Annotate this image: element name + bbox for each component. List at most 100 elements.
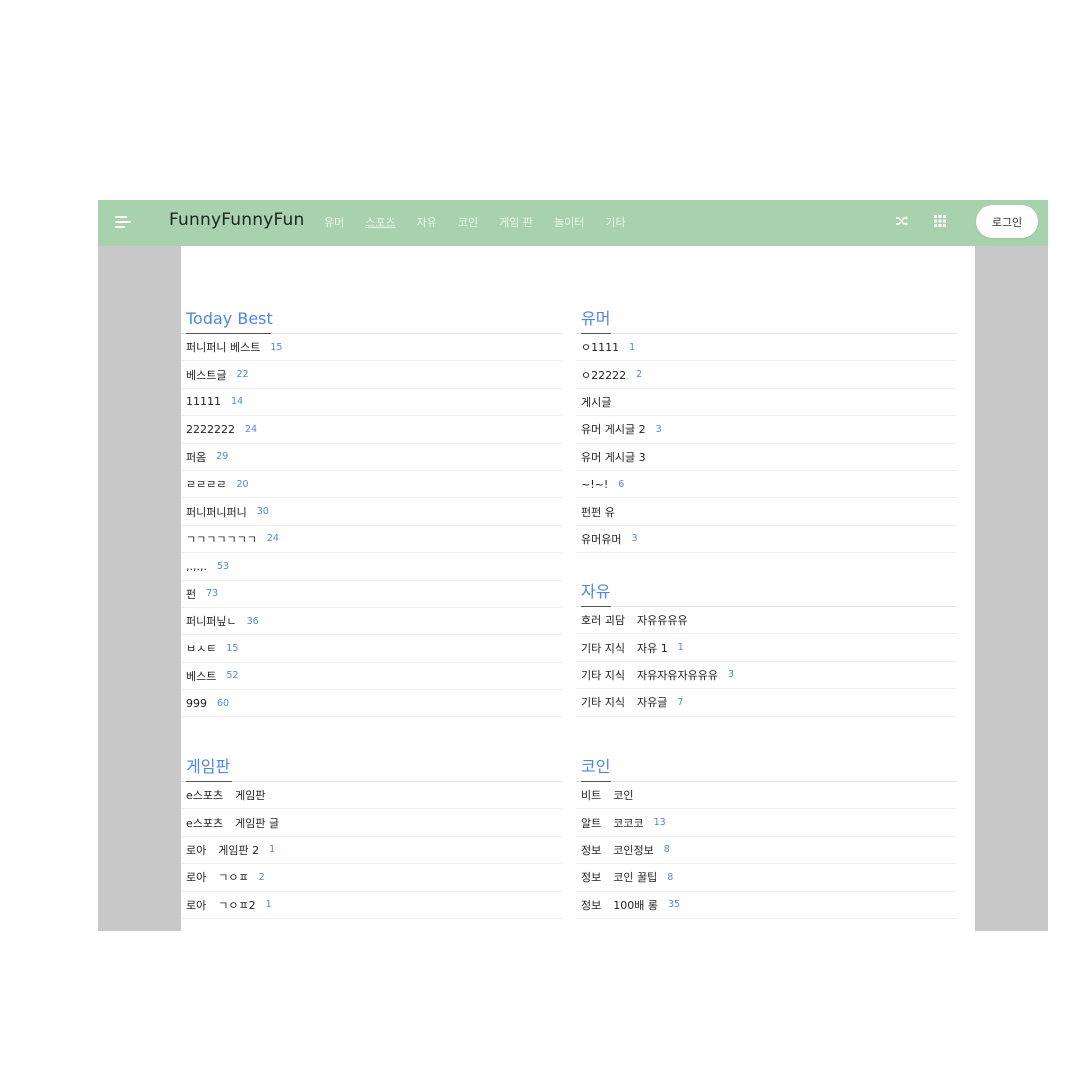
list-item[interactable]: 유머유머 3 xyxy=(576,526,957,554)
nav-playground[interactable]: 놀이터 xyxy=(554,214,584,230)
list-item[interactable]: 기타 지식 자유자유자유유유 3 xyxy=(576,662,957,690)
post-title: ㄱㅇㅍ2 xyxy=(218,898,256,912)
list-item[interactable]: ㅇ22222 2 xyxy=(576,361,957,389)
post-title: ,.,.,. xyxy=(186,559,207,573)
list-item[interactable]: e스포츠 게임판 xyxy=(181,782,562,810)
list-item[interactable]: e스포츠 게임판 글 xyxy=(181,809,562,837)
list-item[interactable]: 게시글 xyxy=(576,389,957,417)
section-humor: 유머 ㅇ1111 1 ㅇ22222 2 게시글 유머 게시글 2 3 유머 게시글 3… xyxy=(576,306,957,554)
post-title: 자유자유자유유유 xyxy=(636,668,718,682)
post-title: 펀 xyxy=(186,587,197,601)
site-logo[interactable]: FunnyFunnyFun xyxy=(169,210,304,230)
post-title: 게임판 2 xyxy=(218,843,260,857)
list-item[interactable]: 기타 지식 자유 1 1 xyxy=(576,634,957,662)
shuffle-icon[interactable] xyxy=(895,214,909,228)
post-title: 퍼니퍼니 베스트 xyxy=(186,341,261,355)
list-item[interactable]: 펀펀 유 xyxy=(576,498,957,526)
list-item[interactable]: 로아 게임판 2 1 xyxy=(181,837,562,865)
post-title: 코인정보 xyxy=(613,843,654,857)
post-title: 펀펀 유 xyxy=(581,505,615,519)
list-item[interactable]: ,.,.,. 53 xyxy=(181,553,562,581)
comment-count: 36 xyxy=(246,615,259,627)
list-item[interactable]: 유머 게시글 3 xyxy=(576,444,957,471)
post-title: 베스트 xyxy=(186,669,217,683)
comment-count: 24 xyxy=(266,533,279,545)
section-game-board: 게임판 e스포츠 게임판 e스포츠 게임판 글 로아 게임판 21 로아 ㄱㅇㅍ 2 로아… xyxy=(181,754,562,919)
section-title[interactable]: 게임판 xyxy=(181,754,562,781)
list-item[interactable]: ㄱㄱㄱㄱㄱㄱㄱ 24 xyxy=(181,526,562,554)
login-button[interactable]: 로그인 xyxy=(976,205,1038,238)
section-divider xyxy=(576,605,957,607)
list-item[interactable]: 퍼니퍼니퍼니 30 xyxy=(181,498,562,526)
list-item[interactable]: 로아 ㄱㅇㅍ2 1 xyxy=(181,892,562,919)
section-free: 자유 호러 괴담 자유유유유 기타 지식 자유 11 기타 지식 자유자유자유유유 3 … xyxy=(576,579,957,717)
nav-coin[interactable]: 코인 xyxy=(458,214,478,230)
section-title[interactable]: Today Best xyxy=(181,306,562,333)
list-item[interactable]: 퍼니퍼니 베스트 15 xyxy=(181,334,562,362)
list-item[interactable]: ㅇ1111 1 xyxy=(576,334,957,362)
section-title[interactable]: 유머 xyxy=(576,306,957,333)
post-title: 유머 게시글 2 xyxy=(581,423,646,437)
list-item[interactable]: 베스트 52 xyxy=(181,663,562,691)
section-divider xyxy=(181,780,562,782)
post-title: ㅇ22222 xyxy=(581,368,627,382)
list-item[interactable]: 알트 코코코 13 xyxy=(576,809,957,837)
post-title: 퍼니퍼니퍼니 xyxy=(186,505,247,519)
post-category: 로아 xyxy=(186,871,207,885)
list-item[interactable]: 비트 코인 xyxy=(576,782,957,810)
comment-count: 6 xyxy=(618,478,625,490)
post-category: 정보 xyxy=(581,843,602,857)
grid-apps-icon[interactable] xyxy=(934,215,946,227)
post-title: ㅂㅅㅌ xyxy=(186,642,217,656)
nav-free[interactable]: 자유 xyxy=(417,214,437,230)
post-category: 호러 괴담 xyxy=(581,614,625,628)
section-today-best: Today Best 퍼니퍼니 베스트 15 베스트글 22 11111 14 222… xyxy=(181,306,562,718)
nav-humor[interactable]: 유머 xyxy=(324,214,344,230)
post-list: 비트 코인 알트 코코코 13 정보 코인정보 8 정보 코인 꿀팁 8 정보 100배 롱 35 xyxy=(576,782,957,919)
list-item[interactable]: 퍼옴 29 xyxy=(181,444,562,471)
comment-count: 1 xyxy=(629,341,636,353)
post-title: 유머유머 xyxy=(581,532,622,546)
list-item[interactable]: 퍼니퍼닢ㄴ 36 xyxy=(181,608,562,636)
comment-count: 3 xyxy=(631,533,638,545)
list-item[interactable]: ㄹㄹㄹㄹ 20 xyxy=(181,471,562,499)
list-item[interactable]: 11111 14 xyxy=(181,389,562,417)
list-item[interactable]: 999 60 xyxy=(181,690,562,718)
list-item[interactable]: 기타 지식 자유글 7 xyxy=(576,689,957,717)
post-title: 퍼니퍼닢ㄴ xyxy=(186,615,237,629)
post-category: 로아 xyxy=(186,898,207,912)
list-item[interactable]: 로아 ㄱㅇㅍ 2 xyxy=(181,864,562,892)
hamburger-menu-icon[interactable] xyxy=(115,214,133,230)
post-category: 알트 xyxy=(581,816,602,830)
list-item[interactable]: 베스트글 22 xyxy=(181,361,562,389)
post-title: 게시글 xyxy=(581,395,612,409)
list-item[interactable]: 2222222 24 xyxy=(181,416,562,444)
list-item[interactable]: 펀 73 xyxy=(181,581,562,608)
list-item[interactable]: ㅂㅅㅌ 15 xyxy=(181,635,562,663)
post-title: 퍼옴 xyxy=(186,450,207,464)
post-category: 로아 xyxy=(186,843,207,857)
post-category: e스포츠 xyxy=(186,789,224,803)
nav-sports[interactable]: 스포츠 xyxy=(365,214,395,230)
comment-count: 35 xyxy=(667,899,681,911)
section-title[interactable]: 코인 xyxy=(576,754,957,781)
list-item[interactable]: 호러 괴담 자유유유유 xyxy=(576,607,957,635)
section-title[interactable]: 자유 xyxy=(576,579,957,606)
comment-count: 13 xyxy=(653,817,666,829)
post-title: 999 xyxy=(186,696,207,710)
comment-count: 73 xyxy=(206,588,219,600)
list-item[interactable]: 정보 코인정보 8 xyxy=(576,837,957,865)
main-content: Today Best 퍼니퍼니 베스트 15 베스트글 22 11111 14 222… xyxy=(181,246,975,931)
list-item[interactable]: 정보 코인 꿀팁 8 xyxy=(576,864,957,892)
list-item[interactable]: 정보 100배 롱 35 xyxy=(576,892,957,919)
post-category: 비트 xyxy=(581,789,602,803)
post-title: 유머 게시글 3 xyxy=(581,450,646,464)
list-item[interactable]: 유머 게시글 2 3 xyxy=(576,416,957,444)
post-title: ㄱㅇㅍ xyxy=(218,871,249,885)
nav-game-board[interactable]: 게임 판 xyxy=(499,214,533,230)
comment-count: 15 xyxy=(226,642,239,654)
list-item[interactable]: ~!~! 6 xyxy=(576,471,957,499)
post-title: 11111 xyxy=(186,395,221,409)
post-title: 100배 롱 xyxy=(613,898,658,912)
nav-etc[interactable]: 기타 xyxy=(605,214,625,230)
